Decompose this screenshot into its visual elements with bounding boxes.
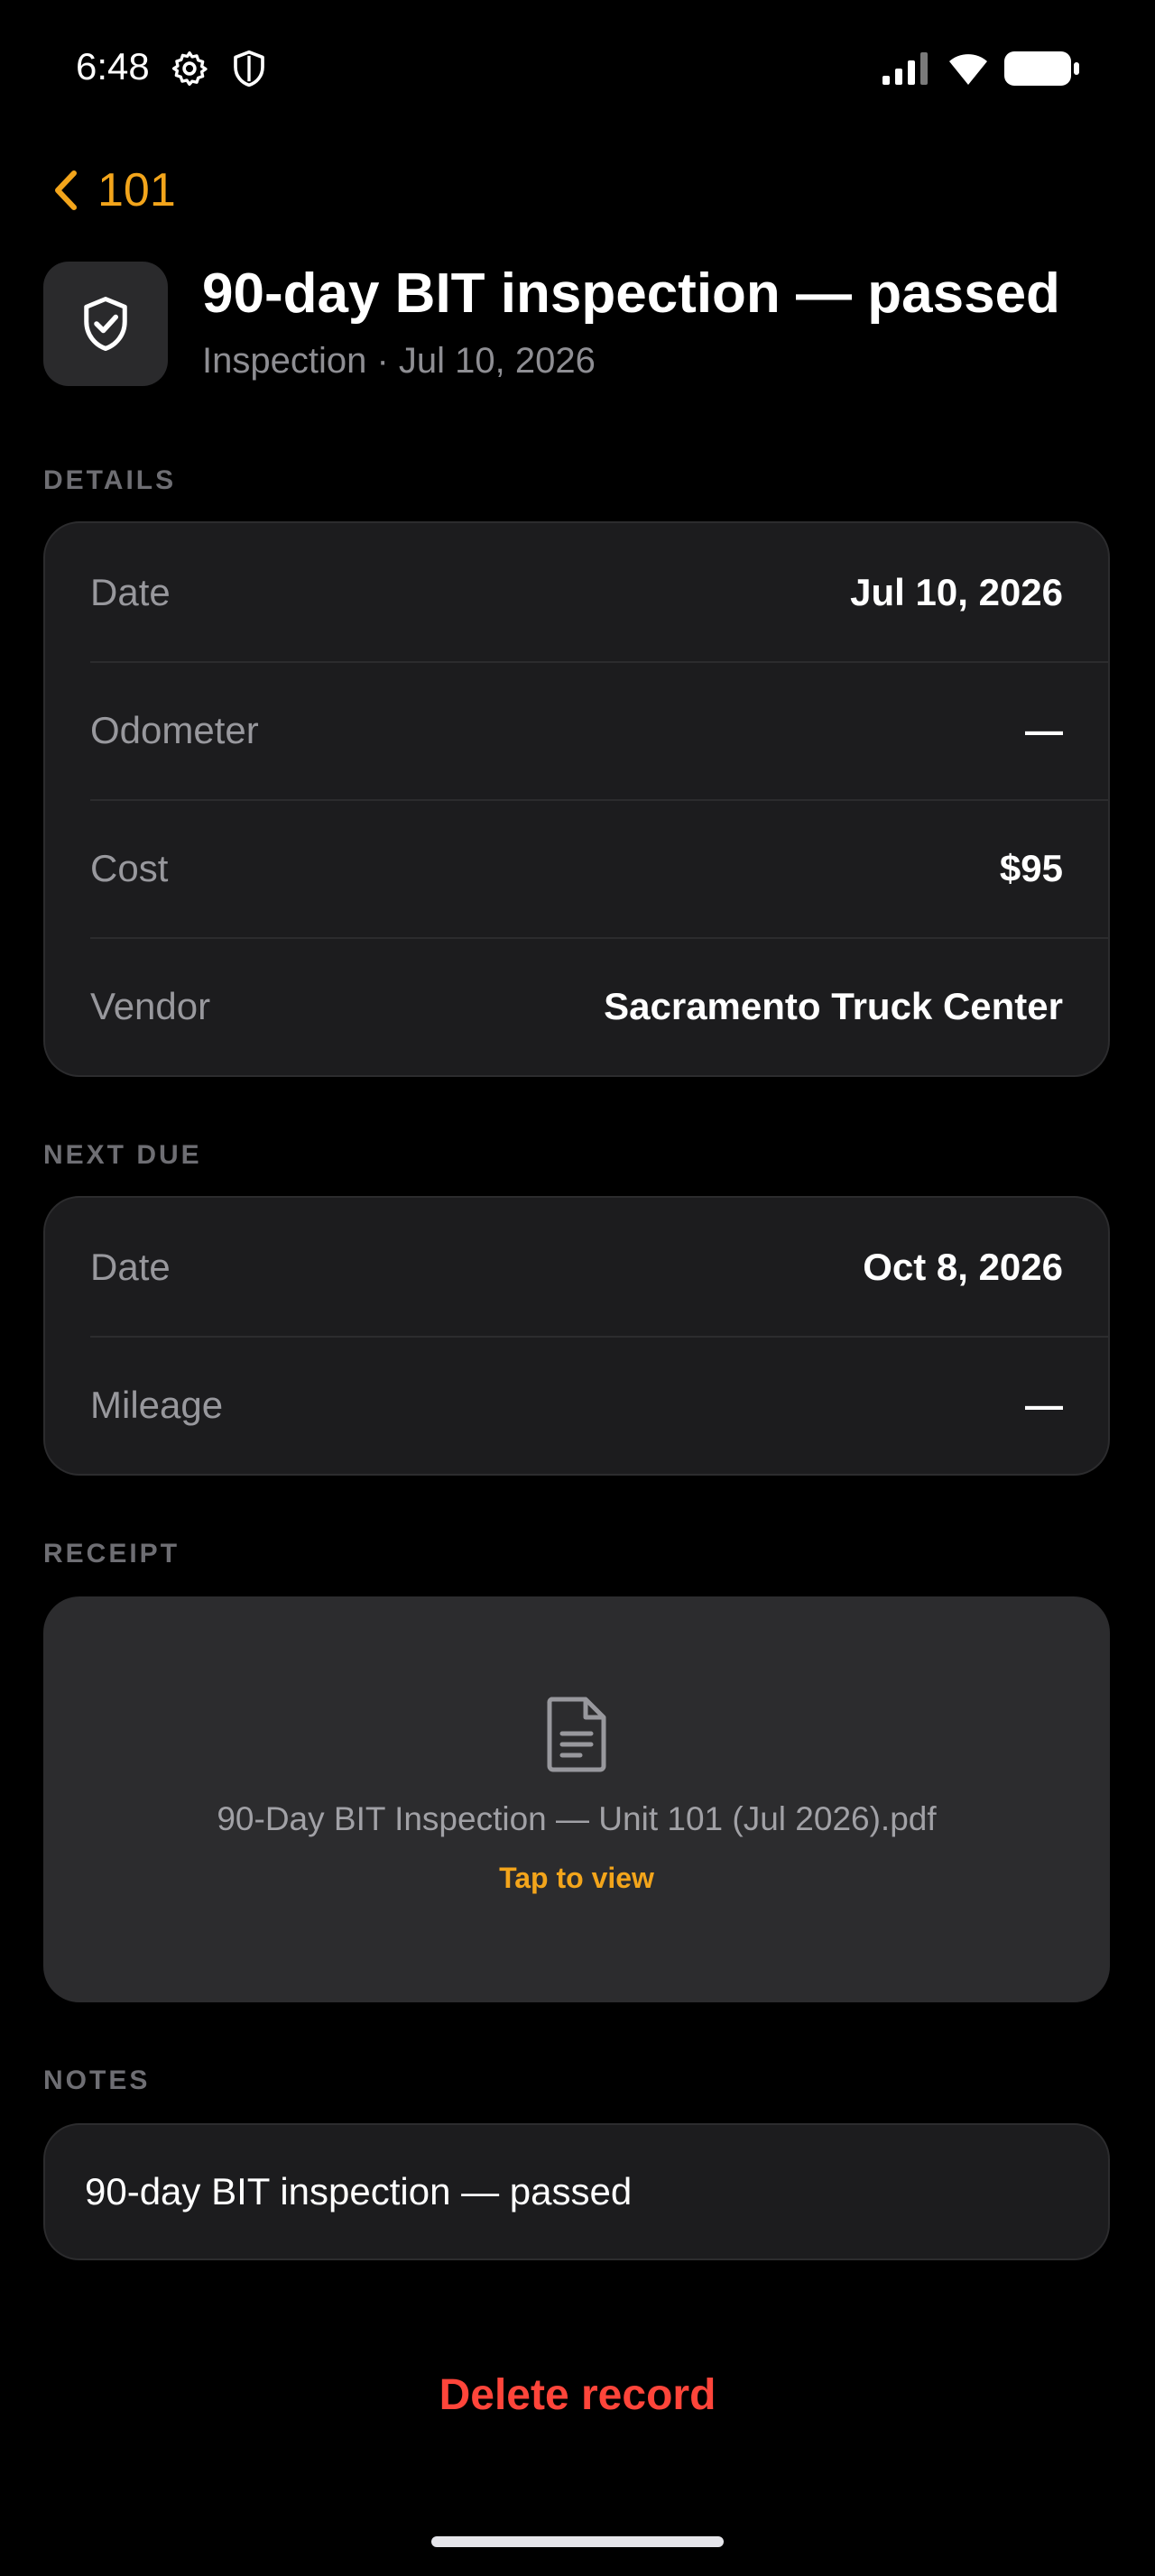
notes-text: 90-day BIT inspection — passed [85,2170,633,2213]
shield-check-icon [84,297,127,351]
row-label: Cost [90,846,169,889]
row-value: Jul 10, 2026 [850,570,1063,613]
row-value: Sacramento Truck Center [604,984,1063,1027]
next-due-row-mileage: Mileage — [45,1336,1108,1474]
chevron-left-icon [55,170,77,210]
row-value: — [1025,708,1063,751]
receipt-section-label: RECEIPT [43,1539,180,1569]
notes-card: 90-day BIT inspection — passed [43,2123,1110,2260]
details-row-date: Date Jul 10, 2026 [45,523,1108,661]
tap-to-view-link[interactable]: Tap to view [499,1862,654,1895]
row-value: $95 [999,846,1063,889]
row-label: Vendor [90,984,211,1027]
details-card: Date Jul 10, 2026 Odometer — Cost $95 Ve… [43,521,1110,1077]
page-subtitle: Inspection · Jul 10, 2026 [202,341,596,381]
document-icon [547,1697,606,1772]
row-label: Mileage [90,1383,224,1426]
back-label: 101 [97,164,176,216]
next-due-row-date: Date Oct 8, 2026 [45,1198,1108,1336]
row-value: Oct 8, 2026 [863,1245,1063,1288]
battery-icon [1004,51,1079,86]
home-indicator[interactable] [431,2536,724,2547]
row-label: Odometer [90,708,259,751]
delete-record-button[interactable]: Delete record [307,2354,848,2435]
details-row-odometer: Odometer — [45,661,1108,799]
status-time: 6:48 [76,45,150,87]
page-title: 90-day BIT inspection — passed [202,262,1060,325]
row-value: — [1025,1383,1063,1426]
back-button[interactable]: 101 [47,157,176,224]
details-row-vendor: Vendor Sacramento Truck Center [45,937,1108,1075]
wifi-icon [949,54,987,85]
signal-icon [882,52,928,85]
next-due-card: Date Oct 8, 2026 Mileage — [43,1196,1110,1476]
receipt-attachment[interactable]: 90-Day BIT Inspection — Unit 101 (Jul 20… [43,1596,1110,2002]
details-section-label: DETAILS [43,465,177,495]
shield-icon [234,50,264,87]
details-row-cost: Cost $95 [45,799,1108,937]
notes-section-label: NOTES [43,2065,151,2095]
gear-icon [171,51,208,87]
row-label: Date [90,1245,171,1288]
record-type-icon-box [43,262,168,386]
receipt-file-name: 90-Day BIT Inspection — Unit 101 (Jul 20… [217,1800,937,1837]
next-due-section-label: NEXT DUE [43,1140,202,1170]
row-label: Date [90,570,171,613]
status-bar: 6:48 [0,0,1155,135]
